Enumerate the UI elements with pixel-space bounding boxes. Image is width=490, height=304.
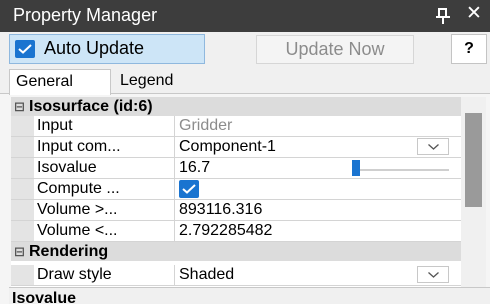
collapse-icon[interactable]: ⊟	[14, 242, 25, 261]
category-rendering[interactable]: ⊟ Rendering	[11, 242, 461, 261]
chevron-down-icon	[428, 272, 439, 278]
collapse-icon[interactable]: ⊟	[14, 97, 25, 116]
chevron-down-icon	[428, 144, 439, 150]
scrollbar-thumb[interactable]	[465, 113, 482, 207]
auto-update-label: Auto Update	[44, 38, 145, 58]
property-row-volume-below[interactable]: Volume <... 2.792285482	[11, 221, 461, 242]
property-value: 893116.316	[179, 201, 263, 218]
property-row-input[interactable]: Input Gridder	[11, 116, 461, 137]
checkmark-icon	[182, 184, 196, 194]
help-button[interactable]: ?	[451, 34, 487, 64]
property-row-volume-above[interactable]: Volume >... 893116.316	[11, 200, 461, 221]
property-name: Isovalue	[37, 159, 97, 176]
vertical-scrollbar[interactable]	[461, 97, 486, 287]
description-title: Isovalue	[12, 290, 77, 304]
property-name: Input	[37, 117, 73, 134]
property-row-compute[interactable]: Compute ...	[11, 179, 461, 200]
property-name: Input com...	[37, 138, 121, 155]
close-icon[interactable]: ✕	[466, 4, 482, 24]
tab-legend[interactable]: Legend	[113, 69, 173, 94]
property-row-isovalue[interactable]: Isovalue 16.7	[11, 158, 461, 179]
property-value: 2.792285482	[179, 222, 273, 239]
description-pane: Isovalue	[9, 287, 490, 304]
update-now-button[interactable]: Update Now	[256, 35, 414, 64]
isovalue-slider-track[interactable]	[357, 169, 449, 171]
category-title: Rendering	[29, 243, 109, 260]
property-name: Draw style	[37, 266, 112, 283]
toolbar: Auto Update Update Now ?	[0, 32, 490, 68]
window-title: Property Manager	[13, 5, 158, 25]
property-manager-panel: Property Manager ✕ Auto Update Update No…	[0, 0, 490, 304]
tab-bar: General Legend	[0, 68, 490, 95]
property-name: Compute ...	[37, 180, 120, 197]
property-row-input-component[interactable]: Input com... Component-1	[11, 137, 461, 158]
dropdown-button[interactable]	[417, 266, 449, 283]
property-name: Volume <...	[37, 222, 118, 239]
tab-general[interactable]: General	[9, 69, 111, 95]
dropdown-button[interactable]	[417, 138, 449, 155]
category-isosurface[interactable]: ⊟ Isosurface (id:6)	[11, 97, 461, 116]
property-value[interactable]: Component-1	[179, 137, 276, 157]
checkbox-checked-icon	[15, 40, 35, 58]
property-grid: ⊟ Isosurface (id:6) Input Gridder Input …	[11, 97, 461, 287]
update-now-label: Update Now	[285, 39, 385, 59]
pin-icon[interactable]	[435, 6, 451, 24]
title-bar: Property Manager ✕	[0, 0, 490, 32]
auto-update-toggle[interactable]: Auto Update	[9, 34, 205, 64]
category-title: Isosurface (id:6)	[29, 98, 153, 115]
compute-checkbox[interactable]	[179, 180, 199, 198]
isovalue-slider-thumb[interactable]	[352, 160, 360, 176]
property-name: Volume >...	[37, 201, 118, 218]
isovalue-input[interactable]: 16.7	[179, 158, 210, 178]
property-row-draw-style[interactable]: Draw style Shaded	[11, 265, 461, 286]
property-value: Gridder	[179, 117, 233, 134]
property-value[interactable]: Shaded	[179, 265, 234, 285]
